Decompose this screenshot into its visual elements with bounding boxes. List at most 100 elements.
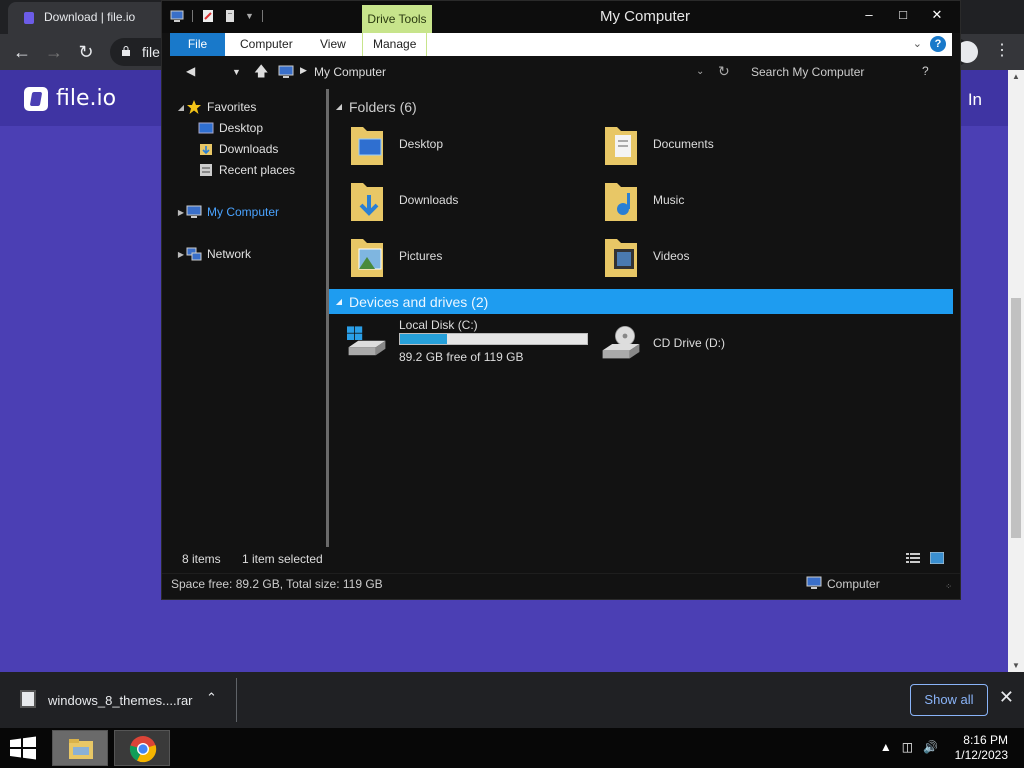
drive-usage-bar (399, 333, 588, 345)
reload-icon[interactable]: ↻ (74, 40, 98, 64)
folder-label: Music (653, 193, 685, 207)
collapse-icon[interactable]: ◢ (176, 103, 186, 112)
pictures-folder-icon (351, 239, 383, 277)
documents-folder-icon (605, 127, 637, 165)
tab-view[interactable]: View (310, 33, 356, 56)
collapse-icon[interactable]: ◢ (329, 102, 349, 111)
drive-label: CD Drive (D:) (653, 336, 725, 350)
taskbar-explorer-button[interactable] (52, 730, 108, 766)
folder-label: Desktop (399, 137, 444, 151)
search-input[interactable]: Search My Computer (751, 65, 864, 79)
chevron-up-icon[interactable]: ⌃ (206, 690, 217, 706)
tab-title: Download | file.io (44, 10, 136, 24)
quick-access-toolbar: ▼ (170, 9, 263, 23)
network-icon[interactable]: ◫ (902, 740, 913, 754)
drive-c[interactable]: Local Disk (C:) 89.2 GB free of 119 GB (329, 318, 591, 370)
explorer-title-bar[interactable]: ▼ Drive Tools My Computer – □ ✕ (162, 1, 960, 33)
nav-item-network[interactable]: ▶ Network (176, 244, 342, 264)
up-icon[interactable]: 🡅 (254, 61, 268, 85)
item-count: 8 items (182, 552, 221, 566)
volume-icon[interactable]: 🔊 (923, 740, 938, 754)
space-summary: Space free: 89.2 GB, Total size: 119 GB (171, 577, 383, 591)
computer-icon[interactable] (170, 9, 184, 23)
scroll-up-icon[interactable]: ▲ (1012, 72, 1020, 81)
details-bar: Space free: 89.2 GB, Total size: 119 GB … (162, 573, 960, 599)
sign-in-link[interactable]: In (968, 90, 982, 110)
location-label: Computer (827, 577, 880, 591)
scroll-down-icon[interactable]: ▼ (1012, 661, 1020, 670)
tab-file[interactable]: File (170, 33, 225, 56)
show-all-button[interactable]: Show all (910, 684, 988, 716)
network-icon (186, 247, 202, 261)
folder-label: Pictures (399, 249, 443, 263)
close-icon[interactable]: ✕ (920, 3, 954, 27)
taskbar: ▲ ◫ 🔊 8:16 PM 1/12/2023 (0, 728, 1024, 768)
close-icon[interactable]: ✕ (999, 687, 1014, 708)
folder-desktop[interactable]: Desktop (329, 119, 579, 171)
maximize-icon[interactable]: □ (886, 3, 920, 27)
fileio-favicon-icon (24, 12, 34, 24)
details-view-icon[interactable] (906, 552, 920, 564)
address-dropdown-icon[interactable]: ⌄ (696, 66, 704, 77)
tab-computer[interactable]: Computer (230, 33, 303, 56)
clock-date: 1/12/2023 (954, 748, 1008, 762)
drive-d[interactable]: CD Drive (D:) (583, 318, 833, 370)
nav-item-my-computer[interactable]: ▶ My Computer (176, 202, 342, 222)
selection-count: 1 item selected (242, 552, 323, 566)
help-icon[interactable]: ? (922, 64, 929, 78)
back-icon[interactable]: ◀ (186, 64, 195, 78)
taskbar-clock[interactable]: 8:16 PM 1/12/2023 (955, 733, 1008, 763)
show-hidden-icons-icon[interactable]: ▲ (880, 740, 892, 754)
expand-icon[interactable]: ▶ (176, 250, 186, 259)
help-icon[interactable]: ? (930, 36, 946, 52)
folder-pictures[interactable]: Pictures (329, 231, 579, 283)
download-filename[interactable]: windows_8_themes....rar (48, 693, 193, 708)
breadcrumb[interactable]: My Computer (314, 65, 386, 79)
downloads-folder-icon (351, 183, 383, 221)
divider (236, 678, 237, 722)
new-folder-icon[interactable] (223, 9, 237, 23)
lock-icon (122, 46, 130, 56)
folder-documents[interactable]: Documents (583, 119, 833, 171)
tab-manage[interactable]: Manage (362, 33, 428, 56)
collapse-icon[interactable]: ◢ (329, 297, 349, 306)
scrollbar-thumb[interactable] (1011, 298, 1021, 538)
breadcrumb-separator-icon[interactable]: ▶ (300, 65, 307, 76)
site-logo[interactable]: file.io (24, 86, 116, 111)
large-icons-view-icon[interactable] (930, 552, 944, 564)
folder-music[interactable]: Music (583, 175, 833, 227)
windows-start-icon[interactable] (8, 736, 38, 760)
folder-downloads[interactable]: Downloads (329, 175, 579, 227)
browser-tab[interactable]: Download | file.io (8, 2, 168, 34)
expand-icon[interactable]: ▶ (176, 208, 186, 217)
local-disk-icon (347, 326, 386, 356)
folder-videos[interactable]: Videos (583, 231, 833, 283)
navigation-pane: ◢ Favorites Desktop Downloads Recent pla… (162, 89, 328, 545)
minimize-icon[interactable]: – (852, 3, 886, 27)
devices-group-header[interactable]: ◢ Devices and drives (2) (329, 289, 953, 314)
resize-grip-icon[interactable]: ⁘ (945, 582, 952, 591)
chrome-menu-icon[interactable]: ⋮ (994, 40, 1010, 62)
properties-icon[interactable] (201, 9, 215, 23)
back-icon[interactable]: ← (10, 40, 34, 64)
folder-label: Downloads (399, 193, 459, 207)
clock-time: 8:16 PM (963, 733, 1008, 747)
download-bar: windows_8_themes....rar ⌃ Show all ✕ (0, 672, 1024, 728)
nav-item-favorites[interactable]: ◢ Favorites (176, 97, 342, 117)
folders-group-header[interactable]: ◢ Folders (6) (329, 94, 953, 119)
group-title: Devices and drives (2) (349, 293, 489, 310)
divider (261, 10, 263, 22)
page-scrollbar[interactable]: ▲ ▼ (1008, 70, 1024, 672)
nav-label: Network (207, 247, 252, 261)
desktop-icon (198, 122, 214, 134)
customize-qat-icon[interactable]: ▼ (245, 11, 254, 21)
file-explorer-icon (69, 739, 93, 759)
drive-label: Local Disk (C:) (399, 318, 478, 332)
drive-free-space: 89.2 GB free of 119 GB (399, 350, 524, 364)
refresh-icon[interactable]: ↻ (718, 63, 730, 80)
taskbar-chrome-button[interactable] (114, 730, 170, 766)
recent-locations-icon[interactable]: ▼ (232, 67, 241, 77)
expand-ribbon-icon[interactable]: ⌄ (913, 37, 922, 50)
site-logo-text: file.io (56, 86, 117, 111)
forward-icon[interactable]: → (42, 40, 66, 64)
